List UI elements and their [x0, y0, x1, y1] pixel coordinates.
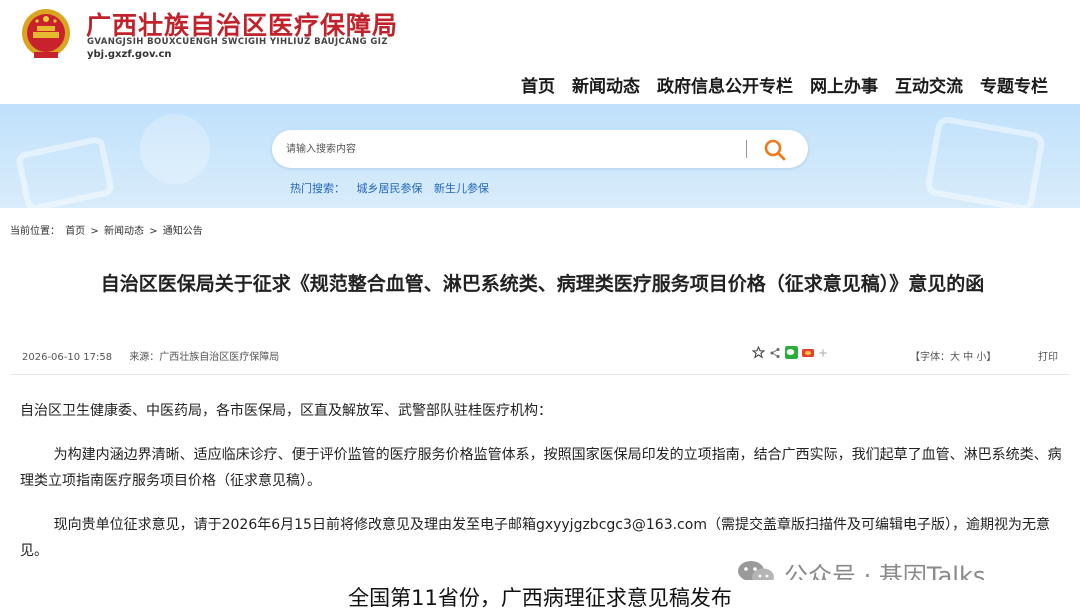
wechat-icon[interactable] — [785, 346, 798, 359]
article-source: 来源：广西壮族自治区医疗保障局 — [129, 352, 280, 363]
share-tools — [752, 346, 828, 359]
banner-decoration — [14, 135, 116, 208]
article-datetime: 2026-06-10 17:58 — [22, 352, 113, 363]
search-divider — [746, 140, 747, 158]
nav-online-service[interactable]: 网上办事 — [810, 72, 878, 97]
article-meta: 2026-06-10 17:58 来源：广西壮族自治区医疗保障局 — [22, 348, 293, 363]
site-name-en: GVANGJSIH BOUXCUENGH SWCIGIH YIHLIUZ BAU… — [87, 37, 388, 47]
hot-search: 热门搜索： 城乡居民参保 新生儿参保 — [290, 180, 497, 196]
share-icon[interactable] — [769, 347, 781, 359]
breadcrumb-item-news[interactable]: 新闻动态 — [104, 226, 144, 237]
breadcrumb-label: 当前位置： — [10, 226, 60, 237]
hot-search-term[interactable]: 新生儿参保 — [434, 182, 489, 195]
nav-interaction[interactable]: 互动交流 — [895, 72, 963, 97]
search-box — [272, 130, 808, 168]
breadcrumb-separator: > — [90, 226, 99, 237]
weibo-icon[interactable] — [802, 347, 814, 359]
caption: 全国第11省份，广西病理征求意见稿发布 — [348, 586, 732, 610]
breadcrumb-separator: > — [149, 226, 158, 237]
favorite-icon[interactable] — [752, 346, 765, 359]
nav-topics[interactable]: 专题专栏 — [980, 72, 1048, 97]
meta-divider — [10, 374, 1070, 375]
breadcrumb-item-notices[interactable]: 通知公告 — [163, 226, 203, 237]
search-banner: 热门搜索： 城乡居民参保 新生儿参保 — [0, 104, 1080, 208]
article-title: 自治区医保局关于征求《规范整合血管、淋巴系统类、病理类医疗服务项目价格（征求意见… — [100, 273, 985, 295]
search-icon[interactable] — [762, 138, 788, 162]
site-domain: ybj.gxzf.gov.cn — [87, 49, 172, 60]
breadcrumb: 当前位置： 首页 > 新闻动态 > 通知公告 — [10, 222, 205, 237]
banner-decoration — [923, 115, 1047, 208]
site-header: 广西壮族自治区医疗保障局 GVANGJSIH BOUXCUENGH SWCIGI… — [0, 0, 1080, 104]
main-nav: 首页 新闻动态 政府信息公开专栏 网上办事 互动交流 专题专栏 — [521, 72, 1048, 97]
nav-news[interactable]: 新闻动态 — [572, 72, 640, 97]
plus-icon[interactable] — [818, 348, 828, 358]
nav-home[interactable]: 首页 — [521, 72, 555, 97]
hot-search-label: 热门搜索： — [290, 182, 345, 195]
print-link[interactable]: 打印 — [1038, 348, 1058, 363]
article-paragraph: 为构建内涵边界清晰、适应临床诊疗、便于评价监管的医疗服务价格监管体系，按照国家医… — [20, 447, 1062, 489]
hot-search-term[interactable]: 城乡居民参保 — [357, 182, 423, 195]
national-emblem-icon — [22, 9, 70, 58]
article-salutation: 自治区卫生健康委、中医药局，各市医保局，区直及解放军、武警部队驻桂医疗机构： — [20, 403, 552, 419]
banner-decoration — [140, 114, 210, 184]
nav-gov-info[interactable]: 政府信息公开专栏 — [657, 72, 793, 97]
breadcrumb-item-home[interactable]: 首页 — [65, 226, 85, 237]
font-size-selector[interactable]: 【字体：大 中 小】 — [910, 348, 996, 363]
search-input[interactable] — [286, 139, 726, 159]
